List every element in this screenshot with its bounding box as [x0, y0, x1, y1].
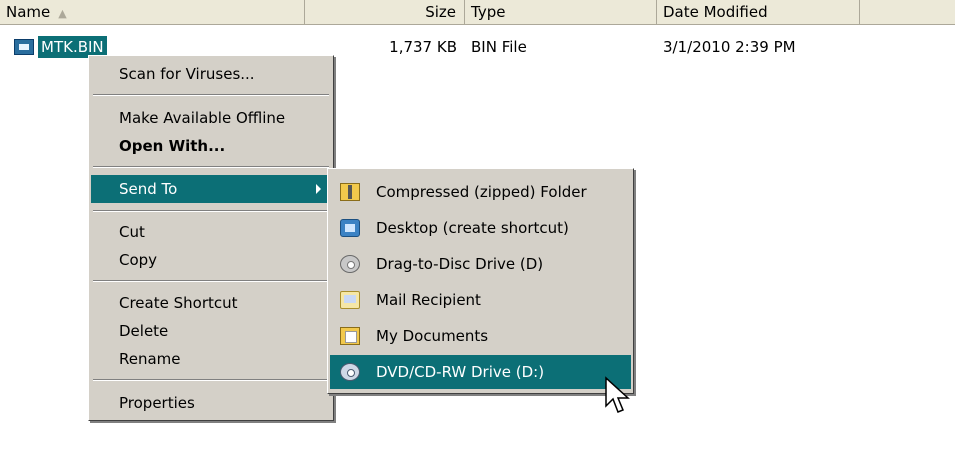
- send-to-drag-to-disc[interactable]: Drag-to-Disc Drive (D): [330, 247, 631, 281]
- column-header-bar: Name ▲ Size Type Date Modified: [0, 0, 955, 25]
- send-to-desktop[interactable]: Desktop (create shortcut): [330, 211, 631, 245]
- column-header-date-modified[interactable]: Date Modified: [657, 0, 860, 24]
- send-to-dvd-drive[interactable]: DVD/CD-RW Drive (D:): [330, 355, 631, 389]
- mail-icon: [340, 291, 360, 309]
- mouse-pointer-icon: [605, 376, 630, 413]
- column-date-label: Date Modified: [663, 3, 768, 21]
- column-header-type[interactable]: Type: [465, 0, 657, 24]
- menu-item-make-available-offline[interactable]: Make Available Offline: [91, 104, 331, 132]
- send-to-item-label: My Documents: [376, 327, 489, 345]
- context-menu: Scan for Viruses... Make Available Offli…: [88, 55, 334, 421]
- send-to-my-documents[interactable]: My Documents: [330, 319, 631, 353]
- send-to-compressed-folder[interactable]: Compressed (zipped) Folder: [330, 175, 631, 209]
- send-to-item-label: Mail Recipient: [376, 291, 481, 309]
- column-header-name[interactable]: Name ▲: [0, 0, 305, 24]
- menu-item-cut[interactable]: Cut: [91, 218, 331, 246]
- menu-item-send-to[interactable]: Send To: [91, 175, 331, 203]
- menu-item-create-shortcut[interactable]: Create Shortcut: [91, 289, 331, 317]
- menu-item-copy[interactable]: Copy: [91, 246, 331, 274]
- menu-item-send-to-label: Send To: [119, 180, 178, 198]
- column-header-size[interactable]: Size: [305, 0, 465, 24]
- desktop-icon: [340, 219, 360, 237]
- menu-item-delete[interactable]: Delete: [91, 317, 331, 345]
- column-type-label: Type: [471, 3, 506, 21]
- send-to-item-label: Drag-to-Disc Drive (D): [376, 255, 544, 273]
- menu-separator: [93, 280, 329, 282]
- menu-separator: [93, 94, 329, 96]
- file-date-modified: 3/1/2010 2:39 PM: [663, 38, 796, 56]
- menu-separator: [93, 166, 329, 168]
- column-size-label: Size: [425, 3, 456, 21]
- send-to-submenu: Compressed (zipped) Folder Desktop (crea…: [327, 168, 634, 394]
- submenu-arrow-icon: [316, 184, 321, 194]
- menu-separator: [93, 379, 329, 381]
- disc-drive-icon: [340, 255, 360, 273]
- column-name-label: Name: [6, 3, 51, 21]
- send-to-mail-recipient[interactable]: Mail Recipient: [330, 283, 631, 317]
- bin-file-icon: [14, 39, 34, 55]
- zip-folder-icon: [340, 183, 360, 201]
- send-to-item-label: Desktop (create shortcut): [376, 219, 569, 237]
- documents-folder-icon: [340, 327, 360, 345]
- menu-item-rename[interactable]: Rename: [91, 345, 331, 373]
- send-to-item-label: DVD/CD-RW Drive (D:): [376, 363, 545, 381]
- file-type: BIN File: [471, 38, 527, 56]
- menu-separator: [93, 210, 329, 212]
- sort-ascending-icon: ▲: [58, 7, 67, 20]
- menu-item-open-with[interactable]: Open With...: [91, 132, 331, 160]
- menu-item-scan-for-viruses[interactable]: Scan for Viruses...: [91, 60, 331, 88]
- menu-item-properties[interactable]: Properties: [91, 389, 331, 417]
- send-to-item-label: Compressed (zipped) Folder: [376, 183, 587, 201]
- dvd-drive-icon: [340, 363, 360, 381]
